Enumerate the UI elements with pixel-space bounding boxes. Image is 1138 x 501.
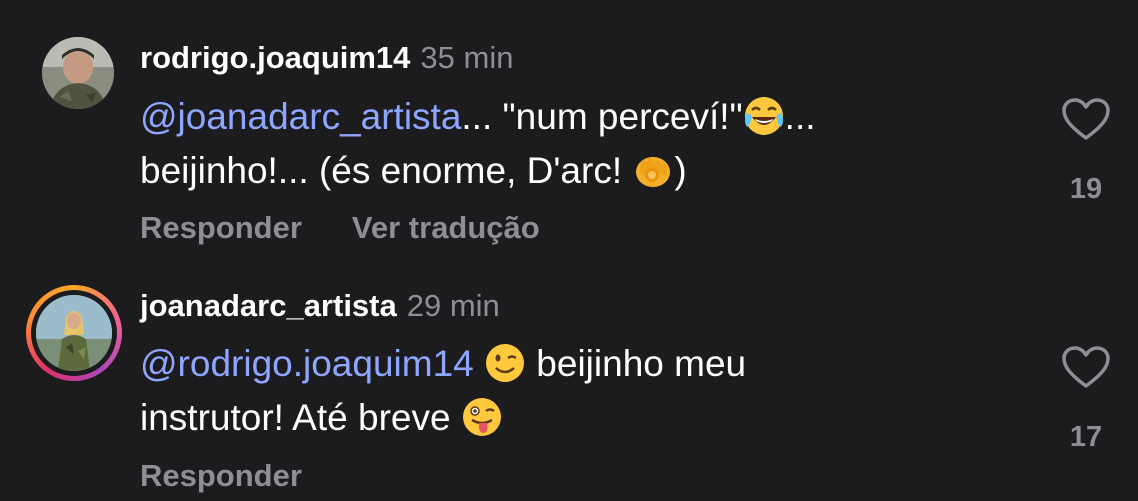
timestamp: 35 min [420,40,514,75]
like-count: 19 [1069,173,1103,205]
comment-text-part: ) [674,150,687,191]
face-with-tears-of-joy-icon [743,95,785,137]
like-count: 17 [1069,421,1103,453]
comment-text-part: ... [784,96,816,137]
avatar-image [42,37,114,109]
mention-link[interactable]: @rodrigo.joaquim14 [140,343,474,384]
comment-item: joanadarc_artista 29 min @rodrigo.joaquim… [0,255,1138,501]
like-control: 17 [1058,345,1114,454]
avatar[interactable] [26,285,122,381]
heart-icon[interactable] [1061,345,1111,389]
comment-actions: Responder Ver tradução [140,210,590,246]
mention-link[interactable]: @joanadarc_artista [140,96,461,137]
avatar[interactable] [42,37,114,109]
comment-header: rodrigo.joaquim14 35 min [140,40,513,76]
story-ring [26,285,122,381]
timestamp: 29 min [406,288,500,323]
comment-text: @joanadarc_artista... "num perceví!" ...… [140,90,1020,198]
reply-button[interactable]: Responder [140,458,302,494]
comment-text-part: instrutor! Até breve [140,397,461,438]
comment-text-part: ... "num perceví!" [461,96,743,137]
comment-text: @rodrigo.joaquim14 beijinho meu instruto… [140,337,1020,445]
reply-button[interactable]: Responder [140,210,302,246]
comment-header: joanadarc_artista 29 min [140,288,500,324]
username[interactable]: joanadarc_artista [140,288,397,323]
avatar-image [36,295,112,371]
winking-face-icon [484,342,526,384]
heart-icon[interactable] [1061,97,1111,141]
like-control: 19 [1058,97,1114,206]
comment-actions: Responder [140,458,352,494]
winking-face-with-tongue-icon [461,396,503,438]
comment-text-part: beijinho meu [526,343,747,384]
username[interactable]: rodrigo.joaquim14 [140,40,410,75]
see-translation-button[interactable]: Ver tradução [352,210,540,246]
backhand-index-pointing-at-viewer-icon [632,149,674,191]
comment-item: rodrigo.joaquim14 35 min @joanadarc_artis… [0,0,1138,255]
comment-text-part: beijinho!... (és enorme, D'arc! [140,150,633,191]
comments-screen: rodrigo.joaquim14 35 min @joanadarc_artis… [0,0,1138,501]
